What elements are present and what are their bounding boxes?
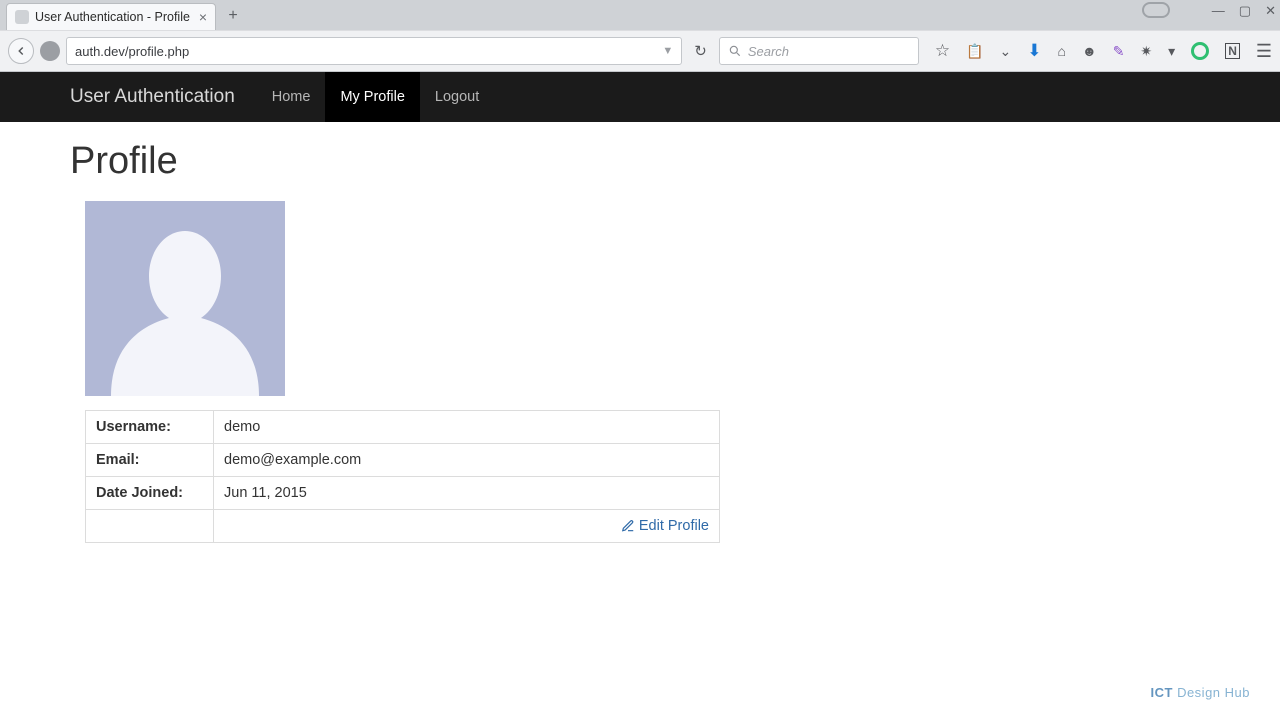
url-dropdown-icon[interactable]: ▼ [662, 45, 673, 57]
new-tab-button[interactable]: + [222, 6, 244, 26]
nav-logout[interactable]: Logout [420, 72, 494, 122]
tab-favicon [15, 10, 29, 24]
minimize-icon[interactable]: — [1212, 3, 1225, 19]
edit-icon [621, 519, 635, 533]
back-button[interactable] [8, 38, 34, 64]
main-navbar: User Authentication Home My Profile Logo… [0, 72, 1280, 122]
extension-green-icon[interactable] [1191, 42, 1209, 60]
page: User Authentication Home My Profile Logo… [0, 72, 1280, 561]
joined-value: Jun 11, 2015 [214, 477, 720, 510]
profile-table: Username: demo Email: demo@example.com D… [85, 410, 720, 543]
browser-chrome: User Authentication - Profile × + — ▢ ✕ … [0, 0, 1280, 72]
window-controls: — ▢ ✕ [1212, 3, 1276, 19]
extension-n-icon[interactable]: N [1225, 43, 1240, 59]
browser-logo-icon [1142, 2, 1170, 18]
edit-profile-link[interactable]: Edit Profile [621, 518, 709, 534]
clipboard-icon[interactable]: 📋 [966, 43, 983, 60]
table-row: Email: demo@example.com [86, 444, 720, 477]
content-container: Profile Username: demo Email: demo@examp… [0, 122, 1280, 561]
face-icon[interactable]: ☻ [1082, 43, 1097, 59]
joined-label: Date Joined: [86, 477, 214, 510]
toolbar-icons: ☆ 📋 ⌄ ⬇ ⌂ ☻ ✎ ✷ ▾ N ☰ [935, 41, 1272, 62]
home-icon[interactable]: ⌂ [1057, 43, 1065, 59]
table-row: Date Joined: Jun 11, 2015 [86, 477, 720, 510]
nav-home[interactable]: Home [257, 72, 326, 122]
empty-label [86, 510, 214, 543]
tab-strip: User Authentication - Profile × + — ▢ ✕ [0, 0, 1280, 30]
site-identity-icon[interactable] [40, 41, 60, 61]
url-bar[interactable]: auth.dev/profile.php ▼ [66, 37, 682, 65]
maximize-icon[interactable]: ▢ [1239, 3, 1251, 19]
avatar-placeholder [85, 201, 285, 396]
address-bar-row: auth.dev/profile.php ▼ ↻ Search ☆ 📋 ⌄ ⬇ … [0, 30, 1280, 72]
bug-icon[interactable]: ✷ [1140, 43, 1152, 60]
browser-tab[interactable]: User Authentication - Profile × [6, 3, 216, 30]
feather-icon[interactable]: ✎ [1113, 43, 1125, 60]
close-window-icon[interactable]: ✕ [1265, 3, 1276, 19]
nav-my-profile[interactable]: My Profile [325, 72, 419, 122]
pocket-icon[interactable]: ⌄ [1000, 43, 1012, 60]
table-row: Edit Profile [86, 510, 720, 543]
page-title: Profile [70, 140, 1210, 183]
edit-profile-label: Edit Profile [639, 518, 709, 534]
bookmark-star-icon[interactable]: ☆ [935, 41, 950, 61]
email-value: demo@example.com [214, 444, 720, 477]
table-row: Username: demo [86, 411, 720, 444]
downloads-icon[interactable]: ⬇ [1027, 41, 1041, 61]
watermark: ICT ICT Design HubDesign Hub [1150, 685, 1250, 700]
reload-button[interactable]: ↻ [688, 42, 713, 60]
email-label: Email: [86, 444, 214, 477]
navbar-brand[interactable]: User Authentication [70, 86, 235, 108]
search-icon [728, 44, 742, 58]
avatar-silhouette-icon [85, 216, 285, 396]
username-label: Username: [86, 411, 214, 444]
edit-cell: Edit Profile [214, 510, 720, 543]
search-box[interactable]: Search [719, 37, 919, 65]
chevron-down-icon[interactable]: ▾ [1168, 43, 1175, 60]
search-placeholder: Search [748, 44, 789, 59]
url-text: auth.dev/profile.php [75, 44, 189, 59]
menu-icon[interactable]: ☰ [1256, 41, 1272, 62]
username-value: demo [214, 411, 720, 444]
tab-title: User Authentication - Profile [35, 10, 190, 24]
tab-close-icon[interactable]: × [199, 9, 207, 25]
